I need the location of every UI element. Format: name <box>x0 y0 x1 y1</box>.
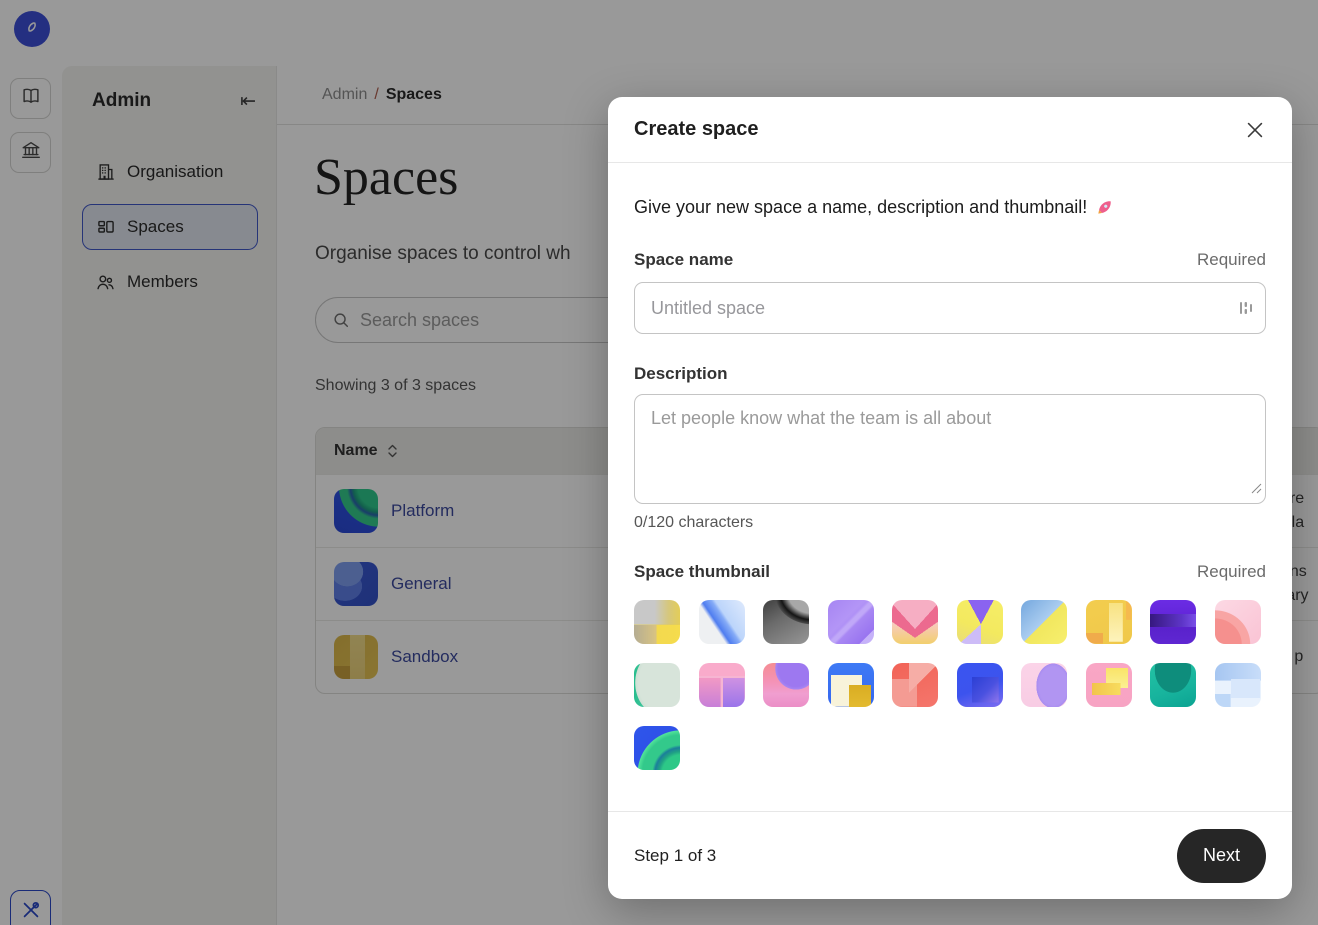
next-button[interactable]: Next <box>1177 829 1266 883</box>
description-textarea[interactable] <box>634 394 1266 504</box>
resize-handle-icon[interactable] <box>1251 481 1262 499</box>
thumbnail-tile-pink-purple-oval[interactable] <box>1021 663 1067 707</box>
create-space-modal: Create space Give your new space a name,… <box>608 97 1292 899</box>
character-counter: 0/120 characters <box>634 514 1266 532</box>
space-thumbnail-label: Space thumbnail <box>634 562 770 582</box>
space-thumbnail-required-badge: Required <box>1197 562 1266 582</box>
thumbnail-tile-teal-dome[interactable] <box>1150 663 1196 707</box>
thumbnail-tile-gray-gold-quadrants[interactable] <box>634 600 680 644</box>
thumbnail-tile-blue-diagonal-stripe[interactable] <box>699 600 745 644</box>
thumbnail-tile-pink-purple-blob[interactable] <box>763 663 809 707</box>
thumbnail-tile-teal-oval[interactable] <box>634 663 680 707</box>
thumbnail-grid <box>634 600 1264 770</box>
close-icon[interactable] <box>1244 119 1266 141</box>
description-label: Description <box>634 364 728 384</box>
thumbnail-tile-purple-diagonal[interactable] <box>828 600 874 644</box>
modal-intro-text: Give your new space a name, description … <box>634 197 1087 218</box>
space-name-input[interactable] <box>634 282 1266 334</box>
rocket-emoji-icon <box>1094 197 1115 218</box>
space-name-required-badge: Required <box>1197 250 1266 270</box>
app-window: Admin ⇤ Organisation Spaces Members Admi… <box>0 0 1318 925</box>
thumbnail-tile-gold-panels[interactable] <box>1086 600 1132 644</box>
thumbnail-tile-yellow-purple-origami[interactable] <box>957 600 1003 644</box>
thumbnail-tile-indigo-band[interactable] <box>1150 600 1196 644</box>
thumbnail-tile-lightblue-panels[interactable] <box>1215 663 1261 707</box>
thumbnail-tile-pink-coral-arc[interactable] <box>1215 600 1261 644</box>
thumbnail-tile-pink-split-panels[interactable] <box>699 663 745 707</box>
modal-title: Create space <box>634 118 759 141</box>
thumbnail-tile-coral-fold[interactable] <box>892 663 938 707</box>
thumbnail-tile-blue-green-arcs[interactable] <box>634 726 680 770</box>
thumbnail-tile-pink-double-v[interactable] <box>892 600 938 644</box>
space-name-label: Space name <box>634 250 733 270</box>
thumbnail-tile-charcoal-arc[interactable] <box>763 600 809 644</box>
thumbnail-tile-blue-inner-square[interactable] <box>957 663 1003 707</box>
thumbnail-tile-blue-window[interactable] <box>828 663 874 707</box>
step-indicator: Step 1 of 3 <box>634 846 716 866</box>
thumbnail-tile-pink-yellow-cards[interactable] <box>1086 663 1132 707</box>
thumbnail-tile-blue-yellow-split[interactable] <box>1021 600 1067 644</box>
text-bars-icon <box>1239 300 1253 316</box>
